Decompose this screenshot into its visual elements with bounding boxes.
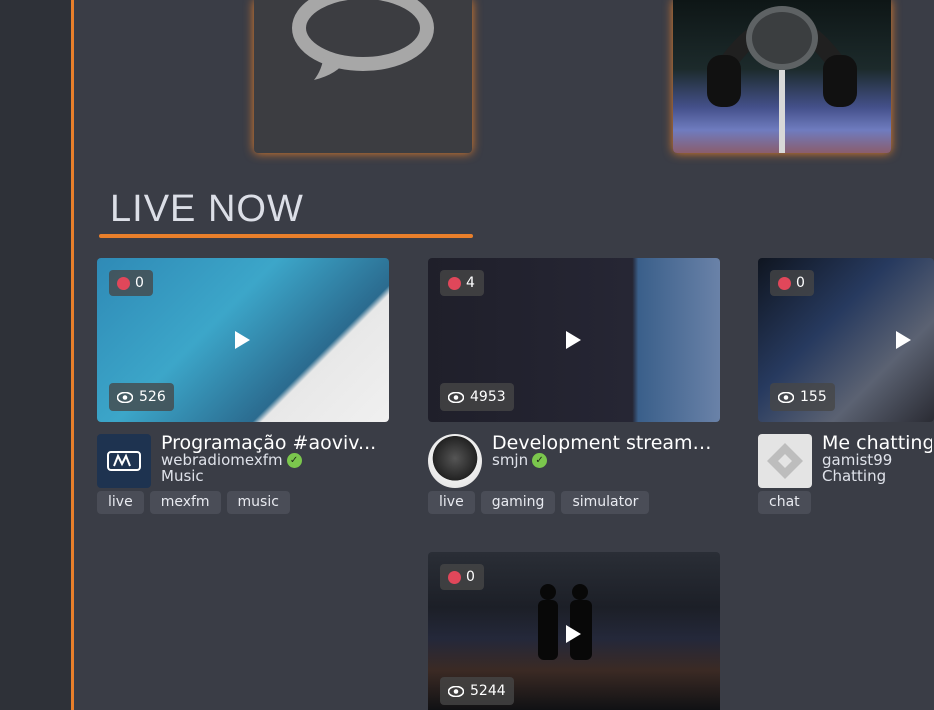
tag[interactable]: gaming <box>480 491 556 514</box>
live-count: 0 <box>796 275 805 291</box>
eye-icon <box>448 685 464 697</box>
tag-list: chat <box>758 491 811 514</box>
tag[interactable]: music <box>226 491 290 514</box>
live-count: 0 <box>466 569 475 585</box>
viewer-badge: 5244 <box>440 677 514 705</box>
tag-list: live mexfm music <box>97 491 290 514</box>
stream-thumbnail[interactable]: 0 5244 <box>428 552 720 710</box>
section-title-live-now: LIVE NOW <box>110 188 304 230</box>
play-icon[interactable] <box>566 331 581 349</box>
tag-list: live gaming simulator <box>428 491 650 514</box>
live-badge: 0 <box>109 270 153 296</box>
stream-thumbnail[interactable]: 0 155 <box>758 258 934 422</box>
featured-card-chat[interactable] <box>254 0 472 153</box>
play-icon[interactable] <box>566 625 581 643</box>
verified-check-icon: ✓ <box>286 453 302 468</box>
tag[interactable]: chat <box>758 491 811 514</box>
stream-card[interactable]: 4 4953 Development stream ... smjn ✓ liv… <box>428 258 720 514</box>
diamond-avatar-icon <box>767 443 803 479</box>
viewer-count: 5244 <box>470 683 506 699</box>
live-dot-icon <box>448 570 461 584</box>
mexfm-logo-icon <box>107 451 141 471</box>
featured-card-headphones[interactable] <box>673 0 891 153</box>
section-underline <box>99 234 473 238</box>
live-count: 4 <box>466 275 475 291</box>
chat-bubble-icon <box>292 0 434 80</box>
avatar[interactable] <box>97 434 151 488</box>
live-dot-icon <box>117 276 130 290</box>
play-icon[interactable] <box>896 331 911 349</box>
live-badge: 0 <box>770 270 814 296</box>
stream-category[interactable]: Music <box>161 468 204 485</box>
viewer-count: 526 <box>139 389 166 405</box>
viewer-count: 4953 <box>470 389 506 405</box>
play-icon[interactable] <box>235 331 250 349</box>
tag[interactable]: live <box>428 491 475 514</box>
eye-icon <box>778 391 794 403</box>
stream-card[interactable]: 0 155 Me chatting gamist99 Chatting chat <box>758 258 934 514</box>
tag[interactable]: live <box>97 491 144 514</box>
silhouettes-image <box>538 584 592 660</box>
stream-card[interactable]: 0 5244 <box>428 552 720 710</box>
stream-user[interactable]: smjn ✓ <box>492 452 548 469</box>
eye-icon <box>448 391 464 403</box>
live-dot-icon <box>778 276 791 290</box>
verified-check-icon: ✓ <box>532 453 548 468</box>
viewer-badge: 526 <box>109 383 174 411</box>
tag[interactable]: simulator <box>561 491 650 514</box>
live-count: 0 <box>135 275 144 291</box>
eye-icon <box>117 391 133 403</box>
viewer-badge: 155 <box>770 383 835 411</box>
headphones-image <box>707 6 857 153</box>
live-badge: 4 <box>440 270 484 296</box>
stream-card[interactable]: 0 526 Programação #aoviv... webradiomexf… <box>97 258 389 514</box>
viewer-count: 155 <box>800 389 827 405</box>
live-badge: 0 <box>440 564 484 590</box>
username[interactable]: smjn <box>492 452 528 469</box>
tag[interactable]: mexfm <box>149 491 221 514</box>
avatar[interactable] <box>758 434 812 488</box>
stream-thumbnail[interactable]: 4 4953 <box>428 258 720 422</box>
stream-thumbnail[interactable]: 0 526 <box>97 258 389 422</box>
live-dot-icon <box>448 276 461 290</box>
stream-category[interactable]: Chatting <box>822 468 886 485</box>
sidebar <box>0 0 74 710</box>
viewer-badge: 4953 <box>440 383 514 411</box>
avatar[interactable] <box>428 434 482 488</box>
